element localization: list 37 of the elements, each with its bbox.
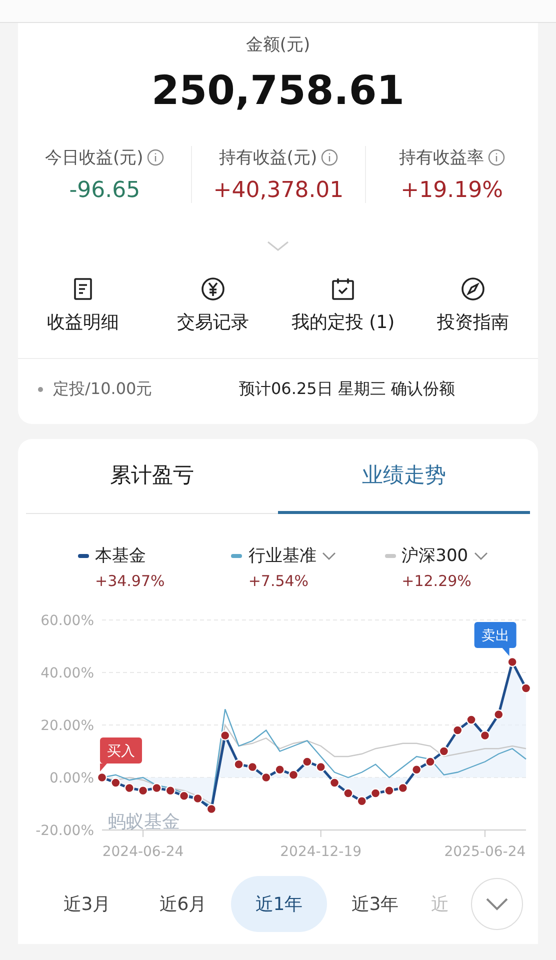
shortcut-button[interactable]: 交易记录 (148, 277, 278, 334)
plan-amount: 定投/10.00元 (53, 379, 154, 400)
stat-label: 今日收益(元) (45, 147, 144, 169)
marker-label: 卖出 (481, 628, 510, 644)
shortcut-button[interactable]: 我的定投 (1) (278, 277, 408, 334)
legend-name: 行业基准 (248, 545, 316, 567)
total-amount: 250,758.61 (150, 68, 406, 114)
legend-value: +34.97% (94, 572, 166, 590)
tab[interactable]: 业绩走势 (278, 439, 530, 514)
stat-value: +40,378.01 (213, 178, 344, 203)
range-tab[interactable]: 近3月 (39, 876, 135, 932)
shortcut-button[interactable]: 投资指南 (408, 277, 538, 334)
legend-name: 本基金 (95, 545, 146, 567)
stat-value: +19.19% (400, 178, 503, 203)
range-tab[interactable]: 近3年 (327, 876, 423, 932)
marker-label: 买入 (107, 744, 135, 760)
legend-value: +12.29% (400, 572, 472, 590)
y-tick-label: -20.00% (36, 823, 94, 839)
y-tick-label: 20.00% (40, 718, 94, 734)
legend-value: +7.54% (247, 572, 310, 590)
amount-label: 金额(元) (244, 34, 312, 56)
shortcut-button[interactable]: 收益明细 (18, 277, 148, 334)
x-tick-label: 2024-06-24 (102, 844, 184, 860)
range-tab[interactable]: 近6月 (135, 876, 231, 932)
y-tick-label: 0.00% (50, 770, 94, 786)
y-tick-label: 40.00% (40, 666, 94, 682)
x-tick-label: 2025-06-24 (444, 844, 526, 860)
range-tab[interactable]: 近1年 (231, 876, 327, 932)
chart-watermark: 蚂蚁基金 (108, 811, 180, 832)
plan-note: 预计06.25日 星期三 确认份额 (239, 379, 455, 400)
stat-label: 持有收益率 (398, 147, 484, 169)
stat-value: -96.65 (69, 178, 140, 203)
stat-label: 持有收益(元) (218, 147, 318, 169)
x-tick-label: 2024-12-19 (280, 844, 362, 860)
tab[interactable]: 累计盈亏 (26, 439, 278, 514)
y-tick-label: 60.00% (40, 613, 94, 629)
legend-name: 沪深300 (402, 545, 468, 567)
